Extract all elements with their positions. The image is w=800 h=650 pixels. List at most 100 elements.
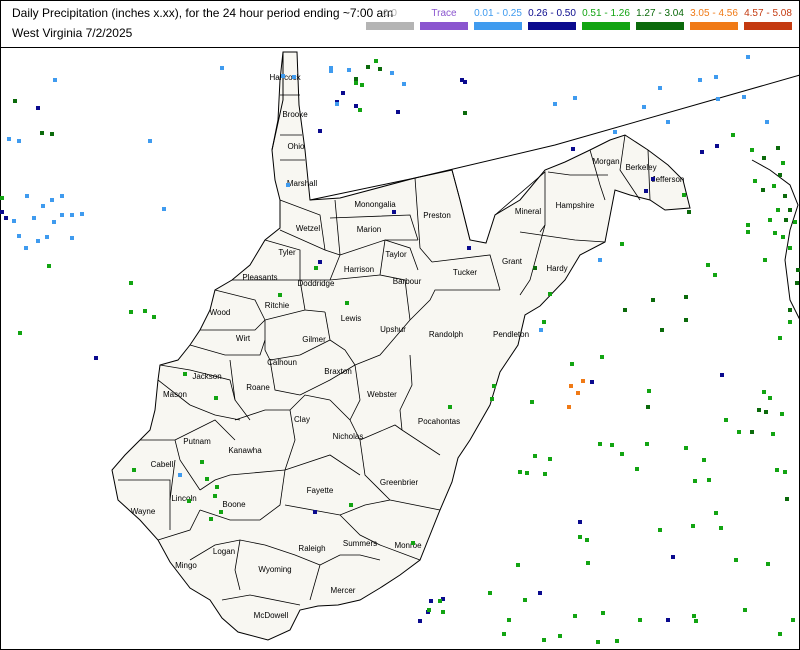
station-marker (638, 618, 642, 622)
county-label: Raleigh (298, 544, 325, 553)
station-marker (53, 78, 57, 82)
station-marker (757, 408, 761, 412)
station-marker (719, 526, 723, 530)
station-marker (706, 263, 710, 267)
station-marker (578, 535, 582, 539)
station-marker (396, 110, 400, 114)
station-marker (24, 246, 28, 250)
station-marker (427, 608, 431, 612)
station-marker (162, 207, 166, 211)
county-label: Putnam (183, 437, 211, 446)
station-marker (746, 223, 750, 227)
station-marker (658, 86, 662, 90)
station-marker (693, 479, 697, 483)
station-marker (788, 308, 792, 312)
station-marker (598, 258, 602, 262)
station-marker (778, 632, 782, 636)
station-marker (778, 336, 782, 340)
county-label: Doddridge (298, 279, 335, 288)
county-label: Randolph (429, 330, 463, 339)
legend-item: 0.01 - 0.25 (474, 8, 522, 30)
station-marker (601, 611, 605, 615)
station-marker (349, 503, 353, 507)
station-marker (796, 268, 800, 272)
legend-label: 0.51 - 1.26 (582, 8, 630, 19)
station-marker (610, 443, 614, 447)
county-label: Kanawha (228, 446, 262, 455)
station-marker (623, 308, 627, 312)
station-marker (516, 563, 520, 567)
county-label: Boone (222, 500, 246, 509)
county-label: Harrison (344, 265, 374, 274)
station-marker (783, 470, 787, 474)
county-label: Mason (163, 390, 187, 399)
station-marker (715, 144, 719, 148)
county-label: Nicholas (333, 432, 364, 441)
station-marker (764, 410, 768, 414)
station-marker (543, 472, 547, 476)
station-marker (684, 446, 688, 450)
station-marker (548, 457, 552, 461)
legend-swatch (474, 22, 522, 30)
legend-swatch (420, 22, 468, 30)
station-marker (0, 196, 4, 200)
station-marker (354, 104, 358, 108)
station-marker (441, 610, 445, 614)
station-marker (278, 293, 282, 297)
county-label: Calhoun (267, 358, 297, 367)
station-marker (646, 405, 650, 409)
station-marker (684, 295, 688, 299)
station-marker (13, 99, 17, 103)
county-label: Monongalia (354, 200, 396, 209)
station-marker (645, 442, 649, 446)
county-label: Wayne (131, 507, 156, 516)
county-label: Lincoln (171, 494, 196, 503)
county-label: Tyler (278, 248, 296, 257)
county-label: Jefferson (652, 175, 685, 184)
county-label: Summers (343, 539, 377, 548)
station-marker (684, 318, 688, 322)
county-label: Pocahontas (418, 417, 460, 426)
station-marker (25, 194, 29, 198)
station-marker (734, 558, 738, 562)
station-marker (358, 108, 362, 112)
station-marker (598, 442, 602, 446)
station-marker (647, 389, 651, 393)
county-label: Webster (367, 390, 397, 399)
station-marker (573, 96, 577, 100)
legend-item: Trace (420, 8, 468, 30)
county-label: Greenbrier (380, 478, 419, 487)
station-marker (539, 328, 543, 332)
station-marker (463, 111, 467, 115)
county-label: Preston (423, 211, 451, 220)
station-marker (345, 301, 349, 305)
station-marker (771, 432, 775, 436)
west-virginia-outline (111, 51, 691, 641)
legend-swatch (744, 22, 792, 30)
station-marker (292, 75, 296, 79)
station-marker (762, 156, 766, 160)
station-marker (788, 208, 792, 212)
county-label: Mingo (175, 561, 197, 570)
station-marker (533, 454, 537, 458)
station-marker (776, 208, 780, 212)
county-label: Clay (294, 415, 310, 424)
legend-label: 3.05 - 4.56 (690, 8, 738, 19)
station-marker (737, 430, 741, 434)
station-marker (773, 231, 777, 235)
station-marker (335, 102, 339, 106)
legend-item: 3.05 - 4.56 (690, 8, 738, 30)
station-marker (132, 468, 136, 472)
station-marker (392, 210, 396, 214)
station-marker (129, 310, 133, 314)
station-marker (590, 380, 594, 384)
station-marker (781, 235, 785, 239)
county-label: Upshur (380, 325, 406, 334)
station-marker (682, 193, 686, 197)
county-label: Wirt (236, 334, 251, 343)
station-marker (762, 390, 766, 394)
station-marker (635, 467, 639, 471)
station-marker (502, 632, 506, 636)
station-marker (18, 331, 22, 335)
station-marker (791, 618, 795, 622)
